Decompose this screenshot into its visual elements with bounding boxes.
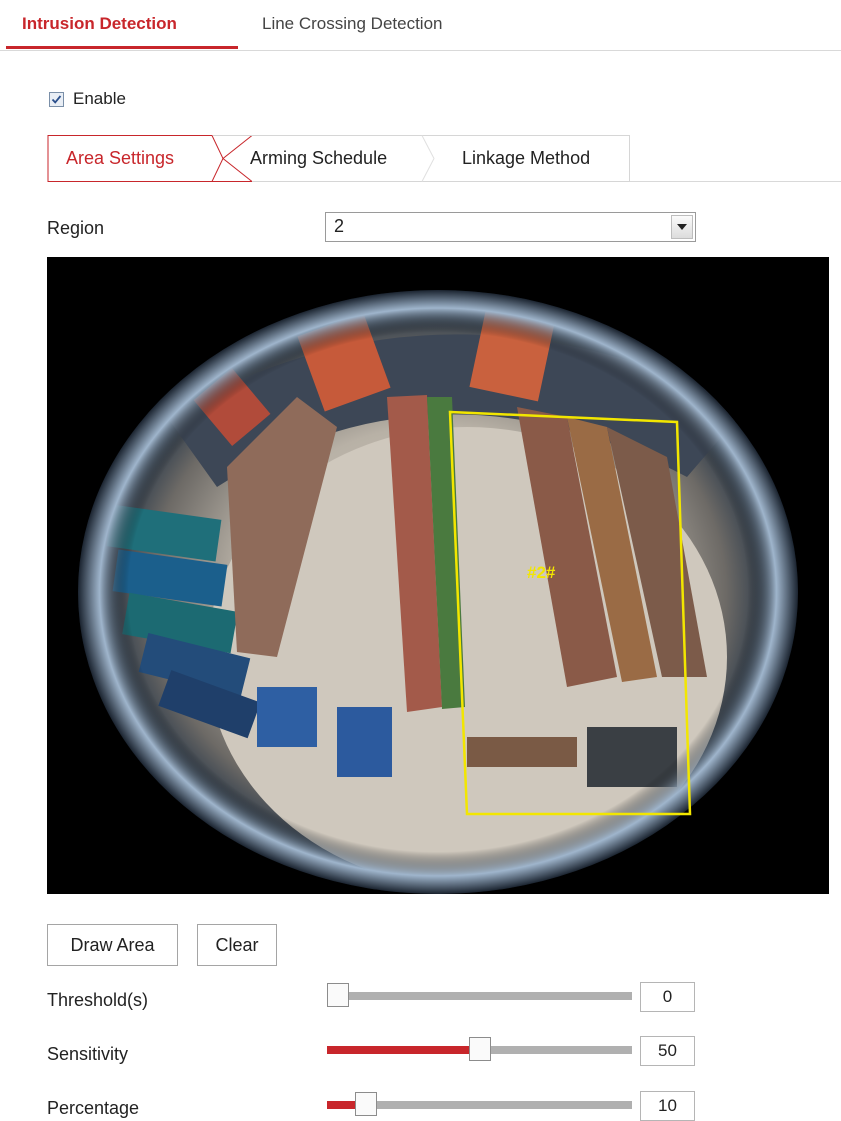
percentage-value[interactable]: 10 xyxy=(640,1091,695,1121)
percentage-slider-thumb[interactable] xyxy=(355,1092,377,1116)
tab-line-crossing-detection-label: Line Crossing Detection xyxy=(262,14,443,33)
enable-checkbox[interactable] xyxy=(49,91,64,107)
sensitivity-slider[interactable] xyxy=(327,1037,632,1061)
threshold-slider[interactable] xyxy=(327,983,632,1007)
sensitivity-label: Sensitivity xyxy=(47,1044,129,1064)
percentage-label: Percentage xyxy=(47,1098,140,1118)
region-dropdown-button[interactable] xyxy=(671,215,693,239)
region-select[interactable]: 2 xyxy=(325,212,696,242)
step-tabs-baseline xyxy=(630,181,841,182)
threshold-label: Threshold(s) xyxy=(47,990,149,1010)
check-icon xyxy=(51,94,62,104)
threshold-value[interactable]: 0 xyxy=(640,982,695,1012)
region-tag: #2# xyxy=(527,563,556,582)
sensitivity-value[interactable]: 50 xyxy=(640,1036,695,1066)
region-select-value: 2 xyxy=(334,216,345,236)
tab-line-crossing-detection[interactable]: Line Crossing Detection xyxy=(262,0,502,48)
fisheye-camera-image xyxy=(78,290,798,894)
chevron-down-icon xyxy=(677,224,687,230)
threshold-slider-thumb[interactable] xyxy=(327,983,349,1007)
draw-area-button[interactable]: Draw Area xyxy=(47,924,178,966)
tab-arming-schedule[interactable]: Arming Schedule xyxy=(250,135,415,182)
tab-linkage-method[interactable]: Linkage Method xyxy=(462,135,622,182)
tab-intrusion-detection-label: Intrusion Detection xyxy=(22,14,177,33)
tab-intrusion-detection[interactable]: Intrusion Detection xyxy=(6,0,238,49)
enable-row: Enable xyxy=(49,88,126,110)
detection-tab-bar: Intrusion Detection Line Crossing Detect… xyxy=(0,0,841,51)
tab-arming-schedule-label: Arming Schedule xyxy=(250,148,388,168)
tab-area-settings-label: Area Settings xyxy=(66,148,175,168)
tab-area-settings[interactable]: Area Settings xyxy=(66,135,206,182)
percentage-slider[interactable] xyxy=(327,1092,632,1116)
region-label: Region xyxy=(47,218,105,238)
live-video-view[interactable]: #2# xyxy=(47,257,829,894)
sensitivity-slider-thumb[interactable] xyxy=(469,1037,491,1061)
tab-linkage-method-label: Linkage Method xyxy=(462,148,591,168)
sensitivity-slider-fill xyxy=(327,1046,480,1054)
settings-step-tabs: Area Settings Arming Schedule Linkage Me… xyxy=(47,135,841,182)
clear-button[interactable]: Clear xyxy=(197,924,277,966)
enable-label: Enable xyxy=(73,89,126,108)
